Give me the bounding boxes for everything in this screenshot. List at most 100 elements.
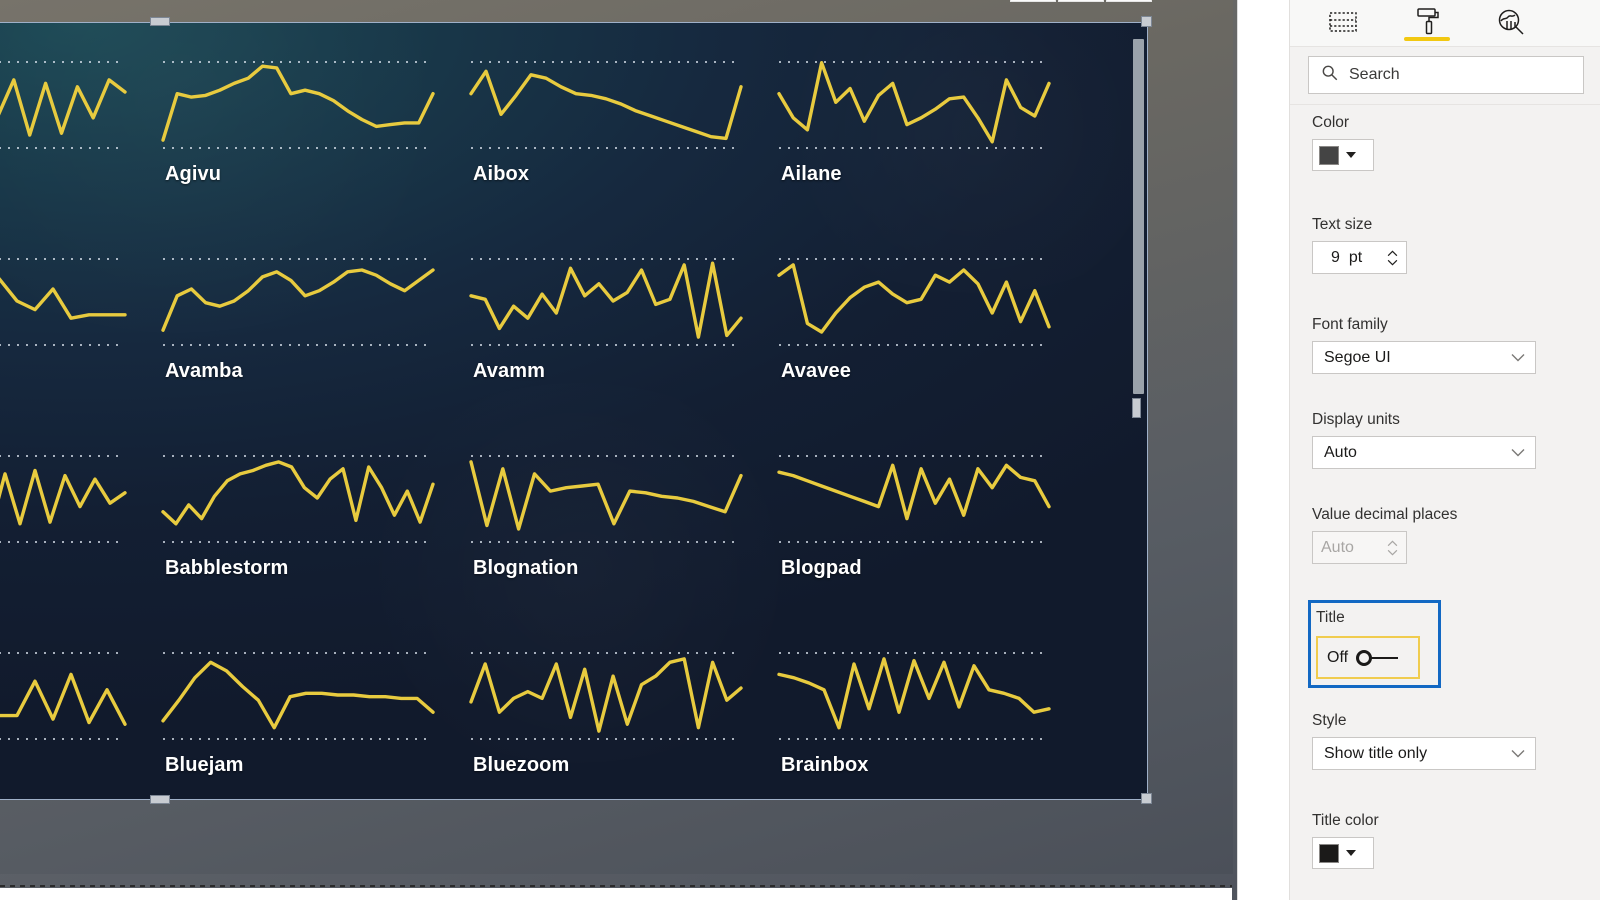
search-input[interactable]: Search (1308, 56, 1584, 94)
small-multiple-label: Bluejam (165, 754, 244, 776)
sparkline (161, 660, 435, 730)
small-multiple-panel[interactable]: Avamba (149, 230, 449, 427)
sparkline-plot-area (161, 445, 435, 553)
chevron-down-icon[interactable] (1346, 152, 1356, 158)
title-color-section: Title color (1312, 812, 1580, 869)
sparkline-plot-area (0, 642, 127, 750)
small-multiple-panel[interactable]: Bluezoom (457, 624, 757, 799)
text-size-value: 9 (1331, 248, 1340, 266)
sparkline-plot-area (469, 445, 743, 553)
chevron-down-icon[interactable] (1511, 353, 1525, 362)
text-size-stepper[interactable]: 9 pt (1312, 241, 1407, 274)
font-family-value: Segoe UI (1324, 348, 1391, 366)
title-color-picker-button[interactable] (1312, 837, 1374, 869)
resize-handle-right[interactable] (1132, 398, 1141, 418)
chevron-down-icon[interactable] (1511, 749, 1525, 758)
font-family-section: Font family Segoe UI (1312, 316, 1580, 374)
toggle-switch-icon[interactable] (1355, 649, 1399, 666)
resize-handle-top[interactable] (150, 17, 170, 26)
small-multiple-panel[interactable] (0, 624, 141, 799)
style-select[interactable]: Show title only (1312, 737, 1536, 770)
color-picker-button[interactable] (1312, 139, 1374, 171)
small-multiples-line-visual[interactable]: Agivu Aibox Ailane Avamba Avamm Avavee t Babble… (0, 22, 1148, 800)
sparkline (469, 69, 743, 141)
stepper-arrows-icon[interactable] (1387, 539, 1398, 556)
sparkline-plot-area (469, 51, 743, 159)
style-section: Style Show title only (1312, 712, 1580, 770)
more-options-icon[interactable] (1106, 0, 1152, 2)
search-icon (1321, 64, 1339, 87)
sparkline (161, 460, 435, 526)
resize-handle-bottom-right[interactable] (1141, 793, 1152, 804)
small-multiple-panel[interactable]: Bluejam (149, 624, 449, 799)
focus-mode-icon[interactable] (1058, 0, 1104, 2)
value-decimal-places-value: Auto (1321, 538, 1354, 556)
visual-vertical-scrollbar-thumb[interactable] (1133, 39, 1144, 394)
report-canvas[interactable]: Agivu Aibox Ailane Avamba Avamm Avavee t Babble… (0, 0, 1237, 900)
text-size-unit: pt (1348, 248, 1363, 266)
value-decimal-places-stepper[interactable]: Auto (1312, 531, 1407, 564)
filter-icon[interactable] (1010, 0, 1056, 2)
text-size-section: Text size 9 pt (1312, 216, 1580, 274)
small-multiple-label: Bluezoom (473, 754, 570, 776)
visual-vertical-scrollbar[interactable] (1133, 35, 1144, 735)
resize-handle-top-right[interactable] (1141, 16, 1152, 27)
panel-tab-strip[interactable] (1290, 0, 1600, 47)
sparkline (777, 263, 1051, 334)
small-multiple-panel[interactable]: Blognation (457, 427, 757, 624)
small-multiple-label: Ailane (781, 163, 842, 185)
style-label: Style (1312, 712, 1347, 729)
color-swatch (1319, 145, 1339, 165)
chevron-down-icon[interactable] (1511, 448, 1525, 457)
sparkline-plot-area (0, 248, 127, 356)
visualizations-format-panel[interactable]: Search Color Text size 9 pt Font family … (1289, 0, 1600, 900)
tab-analytics[interactable] (1482, 0, 1540, 44)
small-multiple-panel[interactable]: Avavee (765, 230, 1065, 427)
sparkline (777, 657, 1051, 730)
sparkline-plot-area (0, 51, 127, 159)
small-multiple-panel[interactable]: Brainbox (765, 624, 1065, 799)
sparkline (0, 78, 127, 137)
small-multiple-label: Blognation (473, 557, 579, 579)
color-label: Color (1312, 114, 1350, 131)
title-color-swatch (1319, 843, 1339, 863)
small-multiple-panel[interactable]: t (0, 427, 141, 624)
title-toggle[interactable]: Off (1316, 636, 1420, 679)
small-multiple-panel[interactable]: Agivu (149, 33, 449, 230)
small-multiple-label: Agivu (165, 163, 222, 185)
sparkline (161, 64, 435, 142)
title-toggle-group[interactable]: Title Off (1308, 600, 1441, 688)
stepper-arrows-icon[interactable] (1387, 249, 1398, 266)
search-placeholder: Search (1349, 66, 1400, 83)
tab-format[interactable] (1398, 0, 1456, 44)
tab-fields[interactable] (1314, 0, 1372, 44)
sparkline (0, 672, 127, 726)
small-multiple-panel[interactable]: Blogpad (765, 427, 1065, 624)
small-multiple-panel[interactable] (0, 230, 141, 427)
font-family-select[interactable]: Segoe UI (1312, 341, 1536, 374)
small-multiple-panel[interactable]: Babblestorm (149, 427, 449, 624)
canvas-bottom-strip (0, 888, 1232, 900)
small-multiple-panel[interactable]: Aibox (457, 33, 757, 230)
display-units-select[interactable]: Auto (1312, 436, 1536, 469)
sparkline-plot-area (161, 248, 435, 356)
small-multiple-panel[interactable]: Ailane (765, 33, 1065, 230)
display-units-value: Auto (1324, 443, 1357, 461)
small-multiple-panel[interactable]: Avamm (457, 230, 757, 427)
small-multiple-label: Avavee (781, 360, 851, 382)
sparkline-plot-area (0, 445, 127, 553)
sparkline-plot-area (161, 51, 435, 159)
text-size-label: Text size (1312, 216, 1373, 233)
value-decimal-places-label: Value decimal places (1312, 506, 1458, 523)
chevron-down-icon[interactable] (1346, 850, 1356, 856)
small-multiple-panel[interactable] (0, 33, 141, 230)
small-multiple-label: Blogpad (781, 557, 862, 579)
small-multiple-label: Brainbox (781, 754, 869, 776)
visual-header-toolbar[interactable] (1010, 0, 1152, 2)
resize-handle-bottom[interactable] (150, 795, 170, 804)
title-label: Title (1316, 609, 1345, 626)
sparkline-plot-area (469, 248, 743, 356)
small-multiple-label: Aibox (473, 163, 530, 185)
sparkline (161, 268, 435, 332)
color-section: Color (1312, 114, 1580, 171)
